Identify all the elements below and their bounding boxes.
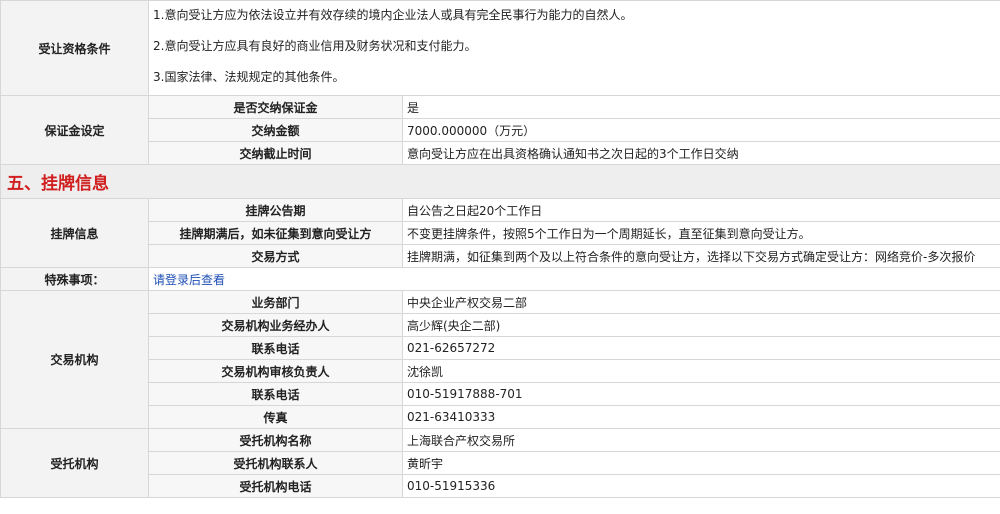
eligibility-line: 1.意向受让方应为依法设立并有效存续的境内企业法人或具有完全民事行为能力的自然人…	[153, 8, 633, 22]
exchange-value: 021-63410333	[401, 405, 1000, 429]
eligibility-line: 2.意向受让方应具有良好的商业信用及财务状况和支付能力。	[153, 39, 477, 53]
exchange-key: 交易机构业务经办人	[148, 313, 403, 337]
exchange-value: 中央企业产权交易二部	[401, 290, 1000, 314]
listing-key: 挂牌期满后，如未征集到意向受让方	[148, 221, 403, 245]
entrusted-label: 受托机构	[0, 428, 149, 498]
entrusted-row: 受托机构 受托机构名称 上海联合产权交易所	[0, 428, 1000, 498]
listing-row: 挂牌期满后，如未征集到意向受让方 不变更挂牌条件，按照5个工作日为一个周期延长，…	[1, 221, 1000, 245]
exchange-key: 联系电话	[148, 336, 403, 360]
exchange-row: 交易机构 业务部门 中央企业产权交易二部	[0, 290, 1000, 429]
login-to-view-link[interactable]: 请登录后查看	[153, 273, 225, 287]
listing-label: 挂牌信息	[0, 198, 149, 268]
exchange-value: 021-62657272	[401, 336, 1000, 360]
detail-table: 受让资格条件 1.意向受让方应为依法设立并有效存续的境内企业法人或具有完全民事行…	[0, 0, 1000, 498]
entrusted-value: 上海联合产权交易所	[401, 428, 1000, 452]
entrusted-key: 受托机构电话	[148, 474, 403, 498]
exchange-label: 交易机构	[0, 290, 149, 429]
listing-row: 交易方式 挂牌期满，如征集到两个及以上符合条件的意向受让方，选择以下交易方式确定…	[1, 244, 1000, 268]
listing-key: 交易方式	[148, 244, 403, 268]
exchange-row: 交易机构审核负责人 沈徐凯	[1, 359, 1000, 383]
entrusted-row: 受托机构电话 010-51915336	[1, 474, 1000, 498]
deposit-value: 是	[401, 95, 1000, 119]
section-title: 五、挂牌信息	[0, 164, 1000, 199]
entrusted-key: 受托机构联系人	[148, 451, 403, 475]
exchange-key: 联系电话	[148, 382, 403, 406]
deposit-row: 保证金设定 是否交纳保证金 是	[0, 95, 1000, 165]
special-row: 特殊事项： 请登录后查看	[0, 267, 1000, 291]
deposit-key: 交纳金额	[148, 118, 403, 142]
entrusted-value: 010-51915336	[401, 474, 1000, 498]
exchange-key: 传真	[148, 405, 403, 429]
exchange-row: 联系电话 021-62657272	[1, 336, 1000, 360]
eligibility-label: 受让资格条件	[0, 0, 149, 96]
deposit-label: 保证金设定	[0, 95, 149, 165]
listing-value: 挂牌期满，如征集到两个及以上符合条件的意向受让方，选择以下交易方式确定受让方：网…	[401, 244, 1000, 268]
special-label: 特殊事项：	[0, 267, 149, 291]
exchange-row: 传真 021-63410333	[1, 405, 1000, 429]
listing-value: 自公告之日起20个工作日	[401, 198, 1000, 222]
exchange-row: 交易机构业务经办人 高少辉(央企二部)	[1, 313, 1000, 337]
listing-row: 挂牌信息 挂牌公告期 自公告之日起20个工作日	[0, 198, 1000, 268]
eligibility-row: 受让资格条件 1.意向受让方应为依法设立并有效存续的境内企业法人或具有完全民事行…	[0, 0, 1000, 96]
listing-key: 挂牌公告期	[148, 198, 403, 222]
eligibility-conditions: 1.意向受让方应为依法设立并有效存续的境内企业法人或具有完全民事行为能力的自然人…	[147, 0, 1000, 96]
deposit-value: 7000.000000（万元）	[401, 118, 1000, 142]
exchange-value: 沈徐凯	[401, 359, 1000, 383]
listing-value: 不变更挂牌条件，按照5个工作日为一个周期延长，直至征集到意向受让方。	[401, 221, 1000, 245]
exchange-key: 业务部门	[148, 290, 403, 314]
deposit-row: 交纳金额 7000.000000（万元）	[1, 118, 1000, 142]
exchange-key: 交易机构审核负责人	[148, 359, 403, 383]
entrusted-value: 黄昕宇	[401, 451, 1000, 475]
entrusted-key: 受托机构名称	[148, 428, 403, 452]
deposit-key: 是否交纳保证金	[148, 95, 403, 119]
exchange-row: 联系电话 010-51917888-701	[1, 382, 1000, 406]
exchange-value: 高少辉(央企二部)	[401, 313, 1000, 337]
entrusted-row: 受托机构联系人 黄昕宇	[1, 451, 1000, 475]
special-value: 请登录后查看	[147, 267, 1000, 291]
deposit-row: 交纳截止时间 意向受让方应在出具资格确认通知书之次日起的3个工作日交纳	[1, 141, 1000, 165]
deposit-key: 交纳截止时间	[148, 141, 403, 165]
exchange-value: 010-51917888-701	[401, 382, 1000, 406]
deposit-value: 意向受让方应在出具资格确认通知书之次日起的3个工作日交纳	[401, 141, 1000, 165]
eligibility-line: 3.国家法律、法规规定的其他条件。	[153, 70, 345, 84]
section-header: 五、挂牌信息	[0, 164, 1000, 199]
